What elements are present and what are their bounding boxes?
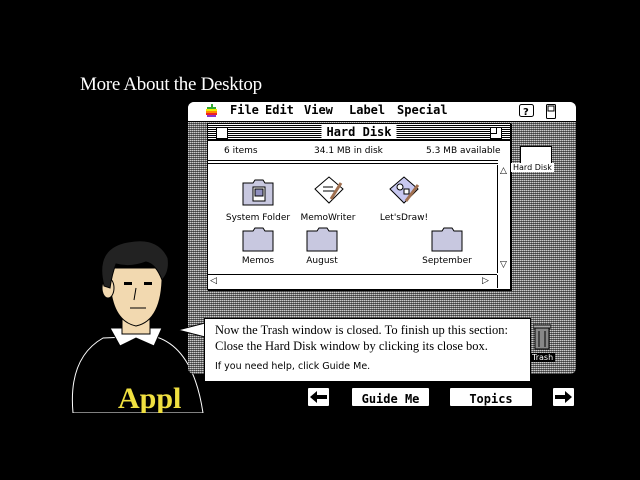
topics-button[interactable]: Topics — [448, 386, 534, 408]
folder-icon[interactable] — [430, 225, 466, 257]
memowriter-app-icon[interactable] — [311, 175, 347, 207]
folder-icon[interactable] — [241, 225, 277, 257]
scroll-up-icon[interactable]: △ — [500, 166, 507, 176]
page-title: More About the Desktop — [80, 74, 262, 95]
hard-disk-icon[interactable] — [520, 146, 552, 164]
icon-label-august: August — [306, 256, 338, 266]
info-divider — [208, 163, 498, 164]
trash-icon[interactable] — [533, 324, 551, 350]
hard-disk-window: Hard Disk 6 items 34.1 MB in disk 5.3 MB… — [207, 123, 511, 290]
forward-arrow-icon — [555, 391, 572, 403]
presenter-illustration: Appl — [71, 240, 204, 413]
back-arrow-icon — [310, 391, 327, 403]
menu-view[interactable]: View — [304, 103, 333, 117]
back-button[interactable] — [306, 386, 331, 408]
horizontal-scrollbar[interactable]: ◁ ▷ — [208, 274, 498, 288]
trash-label: Trash — [530, 353, 556, 362]
apple-menu-icon[interactable] — [204, 104, 219, 119]
instruction-message: Now the Trash window is closed. To finis… — [204, 318, 531, 382]
svg-text:?: ? — [523, 107, 529, 118]
message-line-2: Close the Hard Disk window by clicking i… — [215, 339, 488, 353]
forward-button[interactable] — [551, 386, 576, 408]
hard-disk-label: Hard Disk — [511, 163, 554, 172]
icon-label-september: September — [422, 256, 472, 266]
window-content: System Folder MemoWriter Let'sDraw! Memo… — [208, 165, 496, 273]
help-icon[interactable]: ? — [519, 104, 534, 119]
vertical-scrollbar[interactable]: △ ▽ — [497, 165, 510, 273]
menu-bar: File Edit View Label Special ? — [188, 102, 576, 122]
window-title-bar[interactable]: Hard Disk — [208, 124, 510, 141]
window-info-bar: 6 items 34.1 MB in disk 5.3 MB available — [208, 141, 501, 161]
menu-edit[interactable]: Edit — [265, 103, 294, 117]
scroll-down-icon[interactable]: ▽ — [500, 260, 507, 270]
disk-available: 5.3 MB available — [426, 146, 501, 156]
message-help: If you need help, click Guide Me. — [215, 361, 371, 372]
system-folder-icon[interactable] — [241, 177, 277, 209]
disk-usage: 34.1 MB in disk — [314, 146, 383, 156]
message-line-1: Now the Trash window is closed. To finis… — [215, 323, 508, 337]
window-title: Hard Disk — [321, 125, 397, 139]
letsdraw-app-icon[interactable] — [386, 175, 422, 207]
scroll-left-icon[interactable]: ◁ — [210, 276, 217, 286]
icon-label-letsdraw: Let'sDraw! — [379, 213, 429, 223]
guide-me-button[interactable]: Guide Me — [350, 386, 431, 408]
presenter-shirt-text: Appl — [118, 382, 181, 413]
menu-label[interactable]: Label — [349, 103, 385, 117]
size-box[interactable] — [497, 275, 510, 288]
scroll-right-icon[interactable]: ▷ — [482, 276, 489, 286]
folder-icon[interactable] — [305, 225, 341, 257]
menu-file[interactable]: File — [230, 103, 259, 117]
zoom-box[interactable] — [490, 127, 502, 139]
message-pointer — [178, 322, 206, 338]
close-box[interactable] — [216, 127, 228, 139]
menu-special[interactable]: Special — [397, 103, 448, 117]
application-menu-icon[interactable] — [545, 104, 557, 119]
item-count: 6 items — [224, 146, 258, 156]
